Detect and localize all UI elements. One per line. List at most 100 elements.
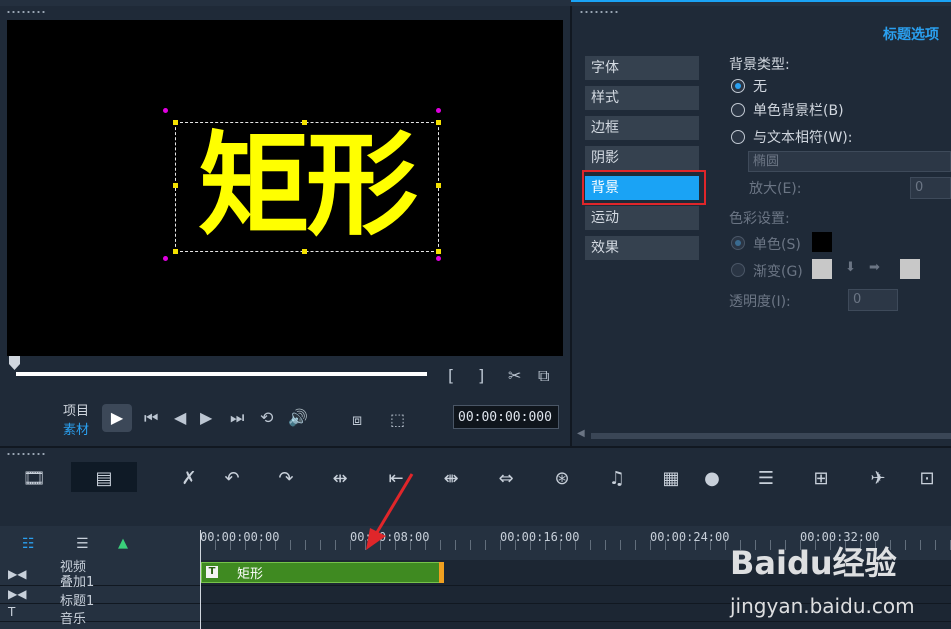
mark-out-icon[interactable]: ] [478, 366, 484, 385]
step-back-icon[interactable]: ◀ [174, 408, 186, 427]
crop-icon[interactable]: ⬚ [390, 410, 405, 429]
tools-icon[interactable]: ✗ [175, 468, 203, 489]
panel-grip-icon[interactable] [579, 10, 619, 14]
project-mode-label[interactable]: 项目 [63, 400, 89, 419]
radio-solid-bar-label: 单色背景栏(B) [753, 103, 844, 119]
trim-icon[interactable]: ⇔ [492, 468, 520, 489]
resize-handle[interactable] [302, 120, 307, 125]
panel-grip-icon[interactable] [6, 10, 46, 14]
motion-icon[interactable]: ● [698, 468, 726, 489]
repeat-icon[interactable]: ⟲ [260, 408, 273, 427]
radio-gradient-label: 渐变(G) [753, 264, 803, 280]
watermark-url: jingyan.baidu.com [730, 594, 915, 618]
resize-handle[interactable] [436, 249, 441, 254]
accent-strip [571, 0, 951, 2]
mark-in-icon[interactable]: [ [448, 366, 454, 385]
resize-handle[interactable] [173, 249, 178, 254]
radio-none-label: 无 [753, 79, 767, 95]
play-icon: ▶ [110, 408, 124, 427]
track-label-music: 音乐 [60, 612, 87, 627]
tab-effect[interactable]: 效果 [585, 236, 699, 260]
clip-trim-handle[interactable] [439, 562, 444, 583]
redo-icon[interactable]: ↷ [272, 468, 300, 489]
color-swatch-black[interactable] [812, 232, 832, 252]
prev-icon[interactable]: ⏮ [144, 408, 158, 428]
record-icon[interactable]: ⊛ [548, 468, 576, 489]
radio-solid-bar[interactable] [731, 103, 745, 117]
tab-style[interactable]: 样式 [585, 86, 699, 110]
speed-icon[interactable]: ✈ [864, 468, 892, 489]
resize-handle[interactable] [173, 120, 178, 125]
add-track-icon[interactable]: ☰ [76, 536, 89, 552]
panel-grip-icon[interactable] [6, 452, 46, 456]
tab-motion[interactable]: 运动 [585, 206, 699, 230]
subtitle-icon[interactable]: ☰ [752, 468, 780, 489]
gradient-end-swatch[interactable] [900, 259, 920, 279]
resize-handle[interactable] [173, 183, 178, 188]
title-options-panel: 标题选项 字体 样式 边框 阴影 背景 运动 效果 背景类型: 无 单色背景栏(… [573, 6, 951, 446]
tab-shadow[interactable]: 阴影 [585, 146, 699, 170]
overlay-track-icon[interactable]: ▶◀ [8, 587, 26, 601]
track-divider [0, 621, 951, 622]
chevron-down-icon[interactable]: ▲ [118, 536, 128, 551]
scrub-knob-icon[interactable] [9, 356, 20, 370]
scissors-icon[interactable]: ✂ [508, 366, 521, 385]
title-selection-box[interactable] [173, 120, 441, 254]
track-label-overlay: 叠加1 [60, 575, 95, 590]
playhead[interactable] [200, 530, 201, 629]
timecode-field[interactable]: 00:00:00:000 [453, 405, 559, 429]
track-manager-icon[interactable]: ☷ [22, 536, 35, 552]
radio-gradient[interactable] [731, 263, 745, 277]
radio-fit-text-label: 与文本相符(W): [753, 130, 853, 146]
multicam-icon[interactable]: ⊞ [807, 468, 835, 489]
radio-single-color[interactable] [731, 236, 745, 250]
rotate-handle[interactable] [436, 256, 441, 261]
opacity-stepper[interactable]: 0 [848, 289, 898, 311]
resize-handle[interactable] [436, 183, 441, 188]
copy-icon[interactable]: ⧉ [538, 366, 549, 386]
scroll-left-icon[interactable]: ◀ [577, 428, 585, 439]
ruler-tick-label: 00:00:24:00 [650, 530, 730, 544]
track-headers [0, 560, 200, 629]
play-button[interactable]: ▶ [102, 404, 132, 432]
storyboard-view-icon[interactable]: 🎞 [20, 468, 48, 489]
horizontal-scrollbar[interactable] [591, 433, 951, 439]
timeline-view-icon[interactable]: ▤ [90, 468, 118, 489]
tab-border[interactable]: 边框 [585, 116, 699, 140]
material-mode-label[interactable]: 素材 [63, 419, 89, 438]
arrow-down-icon[interactable]: ⬇ [845, 260, 856, 275]
ruler-tick-label: 00:00:16:00 [500, 530, 580, 544]
zoom-label: 放大(E): [749, 181, 802, 197]
title-track-icon[interactable]: T [8, 605, 15, 619]
preview-screen[interactable]: 矩形 [7, 20, 563, 356]
undo-icon[interactable]: ↶ [218, 468, 246, 489]
track-divider [0, 585, 951, 586]
volume-icon[interactable]: 🔊 [288, 408, 308, 427]
split-icon[interactable]: ⇼ [437, 468, 465, 489]
timeline-toolbar: 🎞 ▤ ✗ ↶ ↷ ⇹ ⇤ ⇼ ⇔ ⊛ ♫ ▦ ● ☰ ⊞ ✈ ⊡ [0, 446, 951, 528]
rotate-handle[interactable] [163, 256, 168, 261]
aspect-icon[interactable]: ⧈ [352, 410, 362, 430]
chapter-icon[interactable]: ▦ [657, 468, 685, 489]
radio-fit-text[interactable] [731, 130, 745, 144]
gradient-start-swatch[interactable] [812, 259, 832, 279]
annotation-arrow-icon [366, 473, 414, 550]
resize-handle[interactable] [436, 120, 441, 125]
step-forward-icon[interactable]: ▶ [200, 408, 212, 427]
clip-label: 矩形 [237, 567, 264, 582]
video-track-icon[interactable]: ▶◀ [8, 567, 26, 581]
zoom-stepper[interactable]: 0 [910, 177, 951, 199]
screen-capture-icon[interactable]: ⊡ [913, 468, 941, 489]
watermark-brand: Baidu经验 [730, 544, 897, 582]
resize-handle[interactable] [302, 249, 307, 254]
rotate-handle[interactable] [436, 108, 441, 113]
rotate-handle[interactable] [163, 108, 168, 113]
shape-select[interactable]: 椭圆 [748, 151, 951, 172]
fit-width-icon[interactable]: ⇹ [326, 468, 354, 489]
scrub-bar[interactable] [16, 372, 427, 376]
next-icon[interactable]: ⏭ [230, 408, 244, 428]
radio-none[interactable] [731, 79, 745, 93]
arrow-right-icon[interactable]: ➡ [869, 260, 880, 275]
audio-mixer-icon[interactable]: ♫ [603, 468, 631, 489]
tab-font[interactable]: 字体 [585, 56, 699, 80]
